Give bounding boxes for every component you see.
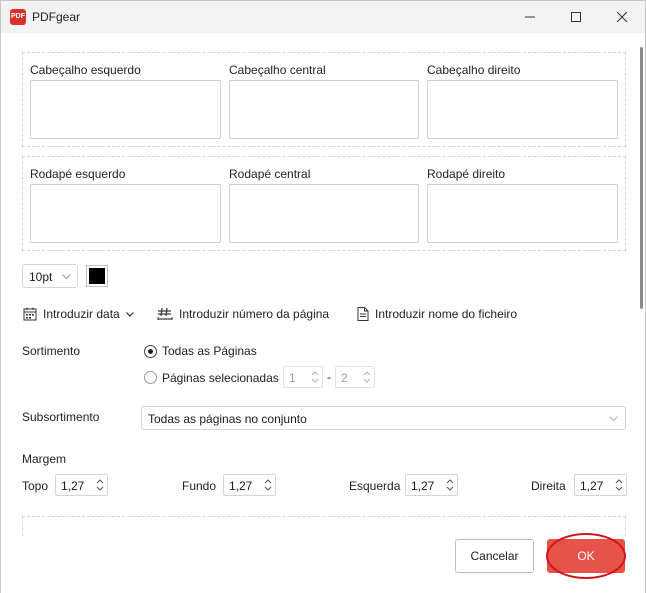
footer-right-input[interactable] bbox=[427, 184, 618, 243]
page-number-icon bbox=[157, 307, 173, 320]
all-pages-radio[interactable] bbox=[144, 345, 157, 358]
insert-file-name-label: Introduzir nome do ficheiro bbox=[375, 307, 518, 321]
margin-right-stepper[interactable]: 1,27 bbox=[574, 474, 627, 496]
margin-top-label: Topo bbox=[22, 479, 49, 493]
calendar-icon bbox=[23, 307, 37, 321]
minimize-button[interactable] bbox=[507, 1, 553, 33]
margin-bottom-label: Fundo bbox=[182, 479, 217, 493]
margin-top-value: 1,27 bbox=[61, 479, 85, 493]
chevron-down-icon bbox=[62, 274, 71, 280]
stepper-arrows-icon[interactable] bbox=[95, 477, 105, 493]
margin-left-label: Esquerda bbox=[349, 479, 401, 493]
pdfgear-logo-icon: PDF bbox=[10, 9, 26, 25]
maximize-icon bbox=[571, 12, 581, 22]
selected-pages-label[interactable]: Páginas selecionadas bbox=[162, 371, 279, 385]
cancel-button[interactable]: Cancelar bbox=[455, 539, 534, 573]
range-separator: - bbox=[327, 370, 331, 384]
footer-left-input[interactable] bbox=[30, 184, 221, 243]
stepper-arrows-icon[interactable] bbox=[614, 477, 624, 493]
subrange-label: Subsortimento bbox=[22, 410, 100, 424]
scrollbar[interactable] bbox=[640, 47, 643, 309]
header-right-label: Cabeçalho direito bbox=[427, 63, 521, 77]
chevron-down-icon bbox=[125, 311, 134, 317]
insert-page-number-label: Introduzir número da página bbox=[179, 307, 330, 321]
minimize-icon bbox=[525, 16, 535, 18]
footer-left-label: Rodapé esquerdo bbox=[30, 167, 126, 181]
stepper-arrows-icon[interactable] bbox=[263, 477, 273, 493]
color-swatch-fill bbox=[89, 268, 105, 284]
all-pages-label[interactable]: Todas as Páginas bbox=[162, 344, 257, 358]
window-title: PDFgear bbox=[32, 10, 81, 24]
close-button[interactable] bbox=[599, 1, 645, 33]
margin-right-value: 1,27 bbox=[580, 479, 604, 493]
margin-right-label: Direita bbox=[531, 479, 566, 493]
footer-center-label: Rodapé central bbox=[229, 167, 311, 181]
dialog-content: Cabeçalho esquerdo Cabeçalho central Cab… bbox=[1, 33, 645, 593]
margin-bottom-stepper[interactable]: 1,27 bbox=[223, 474, 276, 496]
font-size-select[interactable]: 10pt bbox=[22, 264, 78, 288]
margin-left-value: 1,27 bbox=[411, 479, 435, 493]
title-bar: PDF PDFgear bbox=[1, 1, 645, 33]
footer-group: Rodapé esquerdo Rodapé central Rodapé di… bbox=[22, 156, 626, 251]
stepper-arrows-icon[interactable] bbox=[310, 369, 320, 385]
document-icon bbox=[357, 307, 369, 321]
font-color-picker[interactable] bbox=[86, 265, 108, 287]
header-right-input[interactable] bbox=[427, 80, 618, 139]
font-size-value: 10pt bbox=[29, 270, 53, 284]
margin-label: Margem bbox=[22, 452, 67, 466]
stepper-arrows-icon[interactable] bbox=[445, 477, 455, 493]
preview-area bbox=[22, 516, 626, 536]
selected-pages-radio[interactable] bbox=[144, 371, 157, 384]
margin-left-stepper[interactable]: 1,27 bbox=[405, 474, 458, 496]
header-group: Cabeçalho esquerdo Cabeçalho central Cab… bbox=[22, 52, 626, 147]
maximize-button[interactable] bbox=[553, 1, 599, 33]
header-center-label: Cabeçalho central bbox=[229, 63, 326, 77]
page-to-stepper[interactable]: 2 bbox=[335, 366, 375, 388]
insert-file-name-button[interactable]: Introduzir nome do ficheiro bbox=[357, 305, 517, 323]
close-icon bbox=[617, 12, 627, 22]
header-left-input[interactable] bbox=[30, 80, 221, 139]
page-to-value: 2 bbox=[341, 371, 348, 385]
dialog-window: PDF PDFgear Cabeçalho esquerdo Cabeçalho… bbox=[0, 0, 646, 593]
range-label: Sortimento bbox=[22, 344, 81, 358]
stepper-arrows-icon[interactable] bbox=[362, 369, 372, 385]
subrange-select[interactable]: Todas as páginas no conjunto bbox=[141, 406, 626, 430]
footer-right-label: Rodapé direito bbox=[427, 167, 506, 181]
insert-date-button[interactable]: Introduzir data bbox=[23, 305, 134, 323]
header-left-label: Cabeçalho esquerdo bbox=[30, 63, 141, 77]
insert-date-label: Introduzir data bbox=[43, 307, 120, 321]
margin-bottom-value: 1,27 bbox=[229, 479, 253, 493]
header-center-input[interactable] bbox=[229, 80, 419, 139]
subrange-value: Todas as páginas no conjunto bbox=[148, 412, 307, 426]
page-from-value: 1 bbox=[289, 371, 296, 385]
ok-button[interactable]: OK bbox=[547, 539, 625, 573]
footer-center-input[interactable] bbox=[229, 184, 419, 243]
insert-page-number-button[interactable]: Introduzir número da página bbox=[157, 305, 329, 323]
margin-top-stepper[interactable]: 1,27 bbox=[55, 474, 108, 496]
chevron-down-icon bbox=[609, 416, 618, 422]
page-from-stepper[interactable]: 1 bbox=[283, 366, 323, 388]
